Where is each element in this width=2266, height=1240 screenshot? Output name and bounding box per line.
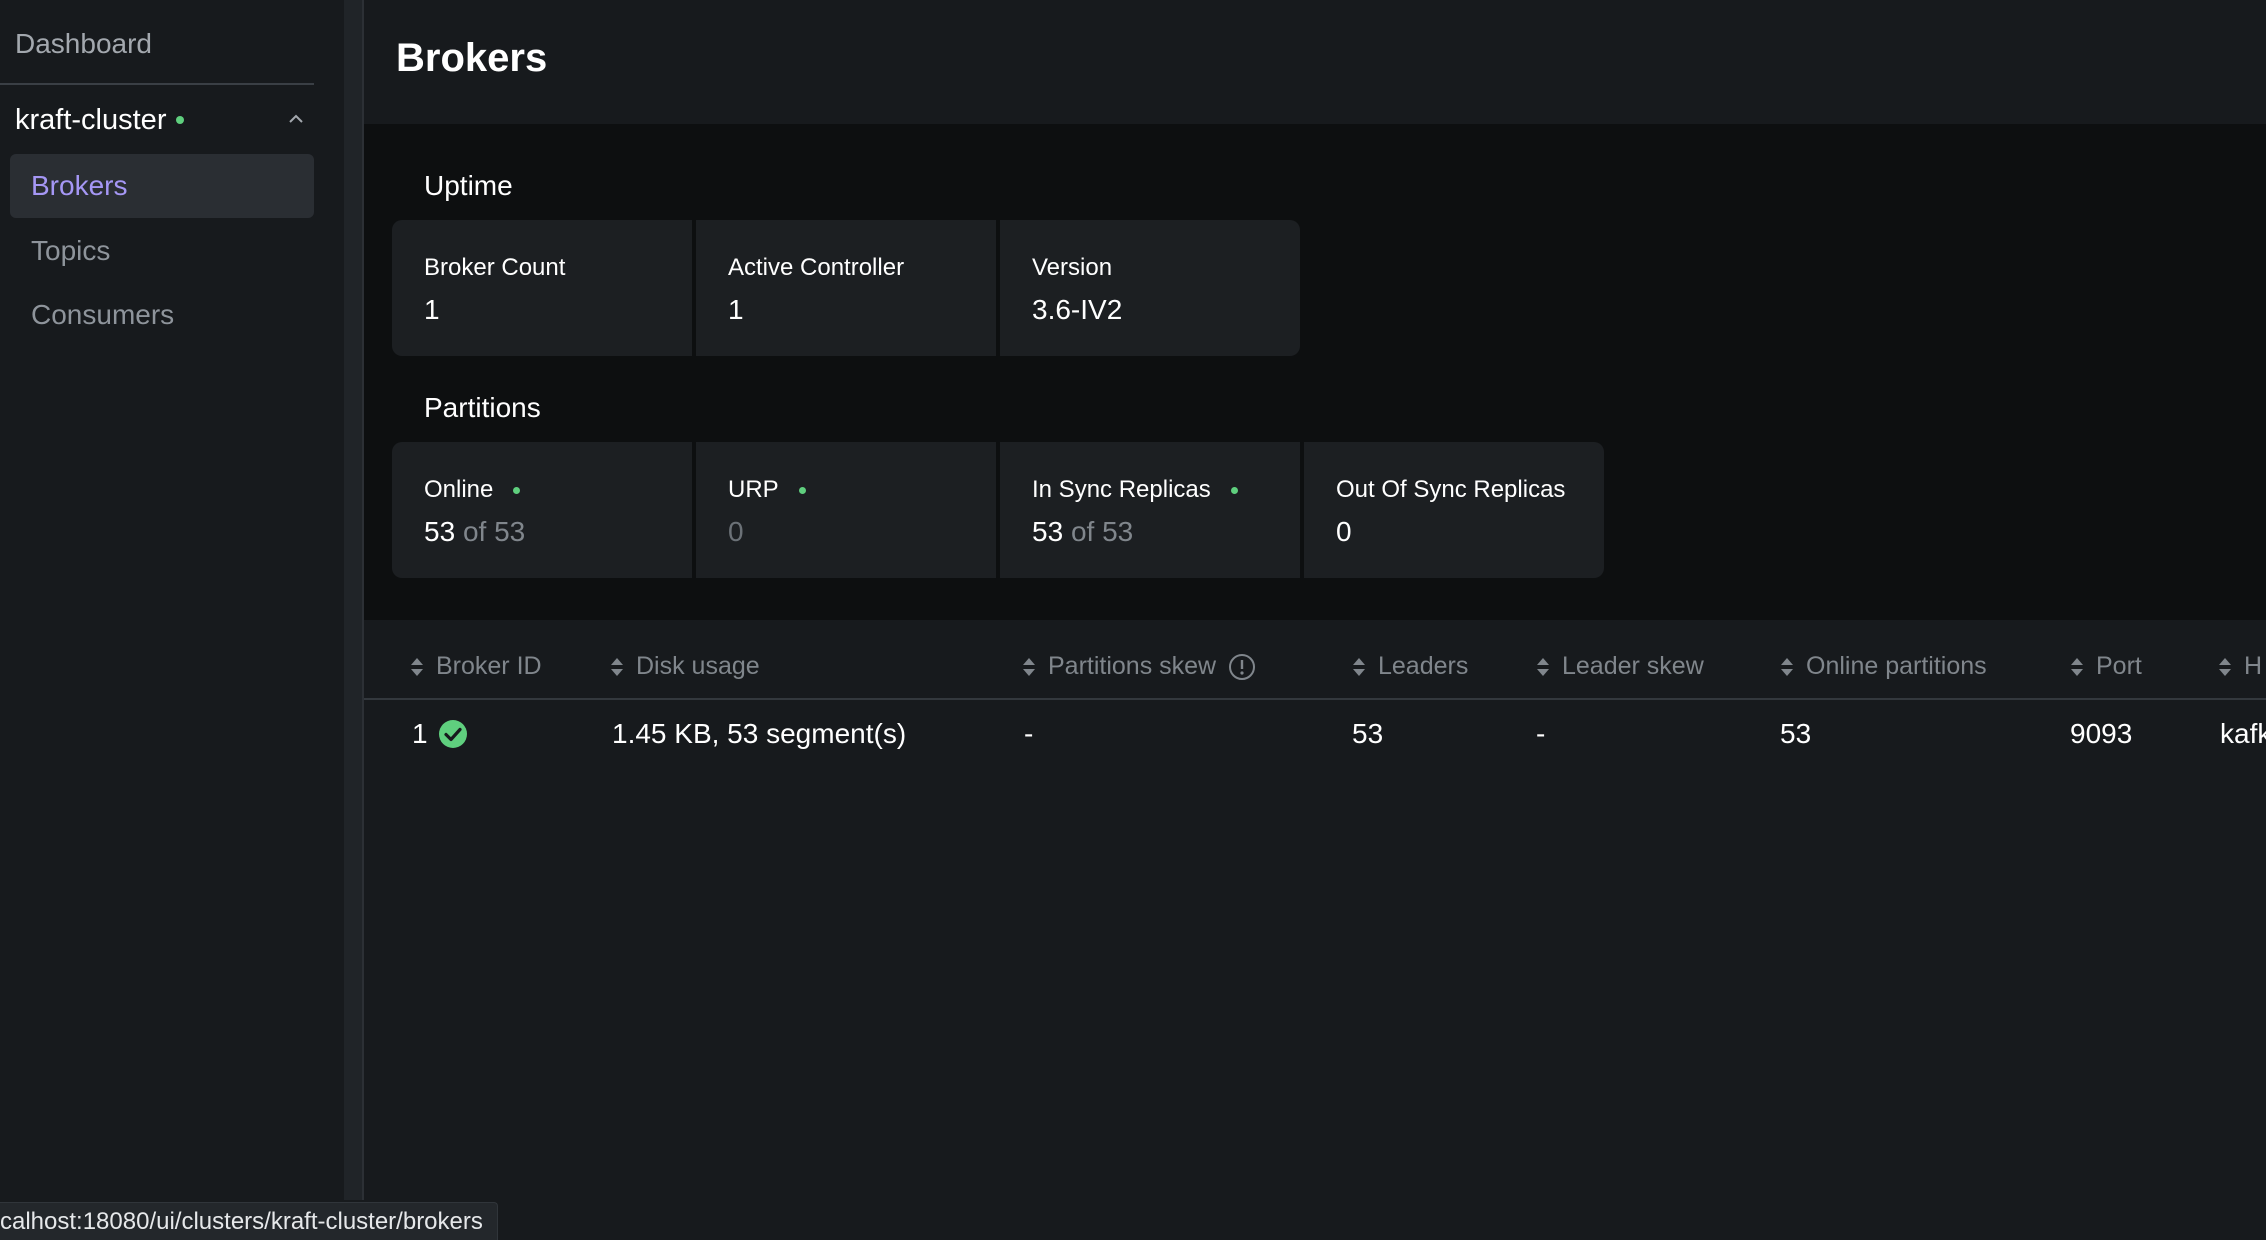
column-header-online-partitions[interactable]: Online partitions xyxy=(1780,652,1987,681)
metric-value-row: 53 of 53 xyxy=(424,516,660,548)
column-header-leaders[interactable]: Leaders xyxy=(1352,652,1468,681)
metric-card-online: Online 53 of 53 xyxy=(392,442,692,578)
column-header-label: Partitions skew xyxy=(1048,652,1217,680)
page-title: Brokers xyxy=(396,36,548,80)
column-header-label: Online partitions xyxy=(1806,652,1987,680)
status-dot xyxy=(798,486,806,494)
metrics-panel: Uptime Broker Count 1 Active Controller … xyxy=(364,124,2266,620)
chevron-up-icon[interactable] xyxy=(287,110,305,128)
sidebar-item-label: Topics xyxy=(31,235,111,266)
sort-icon xyxy=(2071,657,2083,676)
metric-label: Broker Count xyxy=(424,254,566,281)
column-header-label: Broker ID xyxy=(436,652,542,680)
metric-card-urp: URP 0 xyxy=(696,442,996,578)
metric-label: Active Controller xyxy=(728,254,905,281)
cluster-toggle[interactable]: kraft-cluster xyxy=(15,102,315,138)
metric-value: 1 xyxy=(728,294,744,325)
metric-value-row: 53 of 53 xyxy=(1032,516,1268,548)
main-content: Brokers Uptime Broker Count 1 Active Con… xyxy=(364,0,2266,1240)
column-header-label: Disk usage xyxy=(636,652,760,680)
metric-value-total: of 53 xyxy=(462,516,526,547)
page-header: Brokers xyxy=(364,0,2266,124)
column-header-disk-usage[interactable]: Disk usage xyxy=(610,652,760,681)
sidebar-item-brokers[interactable]: Brokers xyxy=(10,154,314,218)
column-header-port[interactable]: Port xyxy=(2070,652,2142,681)
metric-label: Out Of Sync Replicas xyxy=(1336,476,1566,503)
metric-card-version: Version 3.6-IV2 xyxy=(1000,220,1300,356)
column-header-label: Port xyxy=(2096,652,2142,680)
column-header-label: H xyxy=(2244,652,2263,680)
info-icon[interactable] xyxy=(1228,653,1256,681)
metric-card-in-sync-replicas: In Sync Replicas 53 of 53 xyxy=(1000,442,1300,578)
metric-card-broker-count: Broker Count 1 xyxy=(392,220,692,356)
cell-port: 9093 xyxy=(2070,718,2133,749)
partitions-cards: Online 53 of 53 URP 0 In Sync Replicas 5… xyxy=(392,442,1604,578)
sidebar-resize-handle[interactable] xyxy=(344,0,364,1200)
broker-id-value: 1 xyxy=(412,718,428,749)
metric-value-total: of 53 xyxy=(1070,516,1134,547)
column-header-broker-id[interactable]: Broker ID xyxy=(410,652,542,681)
sidebar-item-label: Consumers xyxy=(31,299,175,330)
metric-card-active-controller: Active Controller 1 xyxy=(696,220,996,356)
metric-label-row: URP xyxy=(728,476,964,504)
nav-dashboard-link[interactable]: Dashboard xyxy=(15,28,152,60)
cell-leaders: 53 xyxy=(1352,718,1384,749)
column-header-label: Leaders xyxy=(1378,652,1469,680)
partitions-section-title: Partitions xyxy=(424,392,541,423)
metric-value: 53 xyxy=(1032,516,1064,547)
cell-leader-skew: - xyxy=(1536,718,1546,749)
metric-value: 0 xyxy=(1336,516,1352,547)
metric-label-row: Online xyxy=(424,476,660,504)
column-header-host[interactable]: H xyxy=(2218,652,2262,681)
sort-icon xyxy=(1537,657,1549,676)
cell-broker-id: 1 xyxy=(412,718,468,750)
cluster-name: kraft-cluster xyxy=(15,103,167,136)
sort-icon xyxy=(1781,657,1793,676)
status-dot xyxy=(1230,486,1238,494)
cell-host: kafk xyxy=(2220,718,2266,749)
sort-icon xyxy=(411,657,423,676)
cell-partitions-skew: - xyxy=(1024,718,1034,749)
sort-icon xyxy=(611,657,623,676)
metric-label: In Sync Replicas xyxy=(1032,476,1211,503)
table-row[interactable]: 1 1.45 KB, 53 segment(s) - 53 - 53 9093 … xyxy=(364,702,2266,770)
column-header-leader-skew[interactable]: Leader skew xyxy=(1536,652,1704,681)
cell-disk-usage: 1.45 KB, 53 segment(s) xyxy=(612,718,907,749)
metric-value: 3.6-IV2 xyxy=(1032,294,1123,325)
metric-card-out-of-sync-replicas: Out Of Sync Replicas 0 xyxy=(1304,442,1604,578)
metric-label: URP xyxy=(728,476,779,503)
metric-label-row: In Sync Replicas xyxy=(1032,476,1268,504)
sidebar: Dashboard kraft-cluster Brokers Topics C… xyxy=(0,0,344,1240)
metric-value: 0 xyxy=(728,516,744,547)
column-header-label: Leader skew xyxy=(1562,652,1704,680)
sort-icon xyxy=(2219,657,2231,676)
sort-icon xyxy=(1023,657,1035,676)
cell-online-partitions: 53 xyxy=(1780,718,1812,749)
metric-value: 1 xyxy=(424,294,440,325)
metric-label: Online xyxy=(424,476,494,503)
column-header-partitions-skew[interactable]: Partitions skew xyxy=(1022,652,1256,681)
status-bar-url: calhost:18080/ui/clusters/kraft-cluster/… xyxy=(0,1202,498,1240)
uptime-cards: Broker Count 1 Active Controller 1 Versi… xyxy=(392,220,1300,356)
sidebar-item-label: Brokers xyxy=(31,170,128,201)
cluster-status-dot xyxy=(176,116,185,124)
sidebar-divider xyxy=(0,83,314,85)
metric-label: Version xyxy=(1032,254,1113,281)
sort-icon xyxy=(1353,657,1365,676)
status-dot xyxy=(513,486,521,494)
app-root: Dashboard kraft-cluster Brokers Topics C… xyxy=(0,0,2266,1240)
uptime-section-title: Uptime xyxy=(424,170,513,201)
sidebar-item-topics[interactable]: Topics xyxy=(10,219,314,283)
sidebar-item-consumers[interactable]: Consumers xyxy=(10,283,314,347)
metric-value: 53 xyxy=(424,516,456,547)
check-circle-icon xyxy=(438,720,467,748)
brokers-table-header: Broker ID Disk usage Partitions skew Lea… xyxy=(364,630,2266,700)
